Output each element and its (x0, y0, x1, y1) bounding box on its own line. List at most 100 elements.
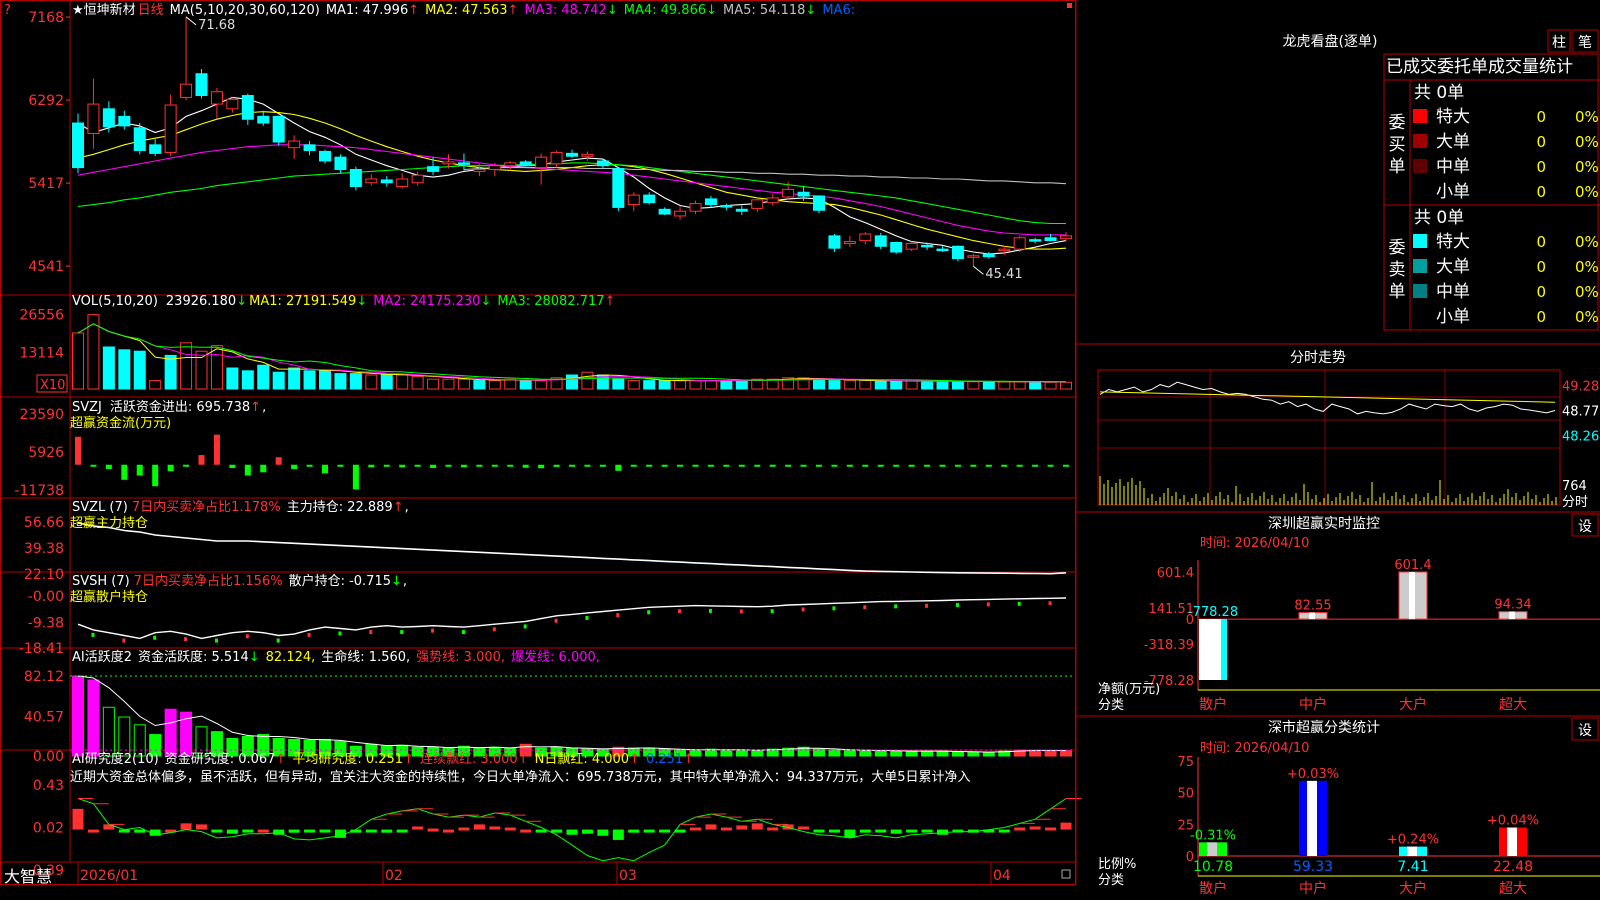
research-bar[interactable] (751, 823, 763, 830)
activity-bar[interactable] (890, 750, 903, 757)
candle[interactable] (303, 141, 316, 156)
volume-bar[interactable] (535, 380, 548, 390)
fund-flow-bar[interactable] (399, 464, 406, 468)
fund-flow-bar[interactable] (414, 464, 421, 467)
fund-flow-bar[interactable] (430, 464, 437, 468)
fund-flow-bar[interactable] (383, 464, 390, 467)
volume-bar[interactable] (149, 380, 162, 390)
volume-bar[interactable] (504, 378, 517, 390)
volume-bar[interactable] (334, 373, 347, 390)
research-bar[interactable] (1045, 827, 1057, 831)
volume-bar[interactable] (427, 378, 440, 390)
candle[interactable] (72, 113, 84, 174)
fund-flow-bar[interactable] (460, 464, 467, 468)
volume-bar[interactable] (303, 370, 316, 390)
activity-bar[interactable] (1060, 750, 1072, 757)
fund-flow-bar[interactable] (738, 464, 745, 467)
research-bar[interactable] (458, 827, 470, 831)
volume-bar[interactable] (272, 371, 285, 390)
volume-bar[interactable] (1029, 381, 1042, 390)
sz-monitor-bar[interactable] (1498, 611, 1528, 620)
volume-bar[interactable] (735, 380, 748, 390)
fund-flow-bar[interactable] (213, 434, 220, 465)
volume-bar[interactable] (951, 381, 964, 390)
fund-flow-bar[interactable] (707, 464, 714, 467)
volume-bar[interactable] (241, 370, 254, 390)
research-bar[interactable] (736, 825, 748, 830)
candle[interactable] (87, 78, 100, 149)
fund-flow-bar[interactable] (167, 464, 174, 472)
candle[interactable] (164, 94, 177, 157)
research-bar[interactable] (998, 829, 1010, 833)
fund-flow-bar[interactable] (816, 464, 822, 467)
candle[interactable] (102, 101, 115, 133)
fund-flow-bar[interactable] (136, 464, 143, 476)
fund-flow-bar[interactable] (723, 464, 730, 467)
candle[interactable] (890, 241, 903, 254)
candle[interactable] (612, 167, 625, 212)
research-bar[interactable] (581, 829, 593, 834)
activity-bar[interactable] (72, 675, 84, 757)
fund-flow-bar[interactable] (229, 464, 236, 468)
volume-bar[interactable] (488, 380, 501, 390)
research-bar[interactable] (798, 826, 810, 830)
fund-flow-bar[interactable] (75, 436, 81, 465)
fund-flow-bar[interactable] (183, 464, 190, 467)
candle[interactable] (859, 232, 872, 245)
research-bar[interactable] (720, 827, 732, 831)
volume-bar[interactable] (859, 380, 872, 390)
research-bar[interactable] (412, 826, 424, 830)
volume-bar[interactable] (133, 350, 146, 390)
candle[interactable] (828, 233, 841, 252)
candle[interactable] (766, 194, 779, 206)
candle[interactable] (257, 110, 270, 126)
volume-bar[interactable] (1013, 381, 1026, 390)
candle[interactable] (874, 233, 887, 250)
fund-flow-bar[interactable] (754, 464, 761, 467)
candle[interactable] (843, 235, 856, 248)
fund-flow-bar[interactable] (352, 464, 359, 490)
volume-bar[interactable] (967, 381, 980, 390)
research-bar[interactable] (705, 824, 717, 830)
research-bar[interactable] (535, 829, 547, 833)
volume-bar[interactable] (581, 371, 594, 390)
research-bar[interactable] (597, 829, 609, 836)
candle[interactable] (674, 206, 687, 220)
candle[interactable] (319, 149, 331, 164)
research-bar[interactable] (242, 829, 254, 833)
volume-bar[interactable] (982, 381, 995, 390)
research-bar[interactable] (875, 829, 887, 833)
research-bar[interactable] (767, 827, 779, 831)
activity-bar[interactable] (102, 706, 115, 757)
candle[interactable] (581, 151, 594, 161)
candle[interactable] (704, 196, 717, 208)
research-bar[interactable] (396, 829, 408, 833)
fund-flow-bar[interactable] (630, 464, 637, 467)
research-bar[interactable] (628, 829, 640, 833)
fund-flow-bar[interactable] (368, 464, 375, 468)
candle[interactable] (967, 253, 980, 267)
candle[interactable] (735, 205, 748, 216)
volume-bar[interactable] (720, 380, 733, 390)
activity-bar[interactable] (905, 750, 918, 757)
sz-class-bar[interactable] (1399, 846, 1427, 856)
candle[interactable] (643, 192, 656, 205)
fund-flow-bar[interactable] (862, 464, 869, 467)
research-bar[interactable] (489, 826, 501, 830)
candle[interactable] (951, 245, 964, 262)
research-bar[interactable] (520, 829, 532, 833)
fund-flow-bar[interactable] (1047, 464, 1054, 467)
fund-flow-bar[interactable] (152, 464, 159, 487)
candle[interactable] (550, 150, 563, 168)
candle[interactable] (241, 93, 254, 125)
fund-flow-bar[interactable] (291, 464, 298, 470)
research-bar[interactable] (381, 829, 393, 833)
chart-canvas[interactable]: 7168 6292 5417 4541 71.68 45.41? ★恒坤新材 日线 MA(5,1… (0, 0, 1600, 900)
candle[interactable] (658, 207, 671, 216)
candle[interactable] (566, 149, 578, 159)
candle[interactable] (288, 135, 301, 160)
candle[interactable] (519, 160, 532, 167)
activity-bar[interactable] (1044, 750, 1057, 757)
fund-flow-bar[interactable] (1016, 464, 1023, 467)
volume-bar[interactable] (566, 374, 578, 390)
